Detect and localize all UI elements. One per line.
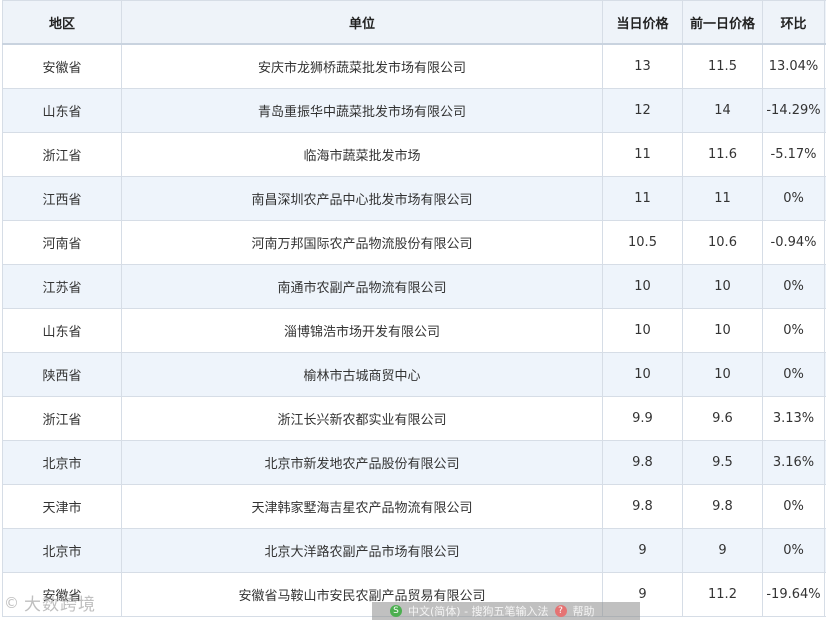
table-row: 浙江省 浙江长兴新农都实业有限公司 9.9 9.6 3.13% xyxy=(2,396,826,441)
cell-region: 陕西省 xyxy=(2,352,122,397)
table-row: 北京市 北京大洋路农副产品市场有限公司 9 9 0% xyxy=(2,528,826,573)
header-prev-price[interactable]: 前一日价格 xyxy=(682,0,763,45)
cell-prev-price: 9.6 xyxy=(682,396,763,441)
cell-unit: 临海市蔬菜批发市场 xyxy=(121,132,603,177)
cell-prev-price: 10 xyxy=(682,352,763,397)
table-row: 江西省 南昌深圳农产品中心批发市场有限公司 11 11 0% xyxy=(2,176,826,221)
cell-unit: 北京市新发地农产品股份有限公司 xyxy=(121,440,603,485)
table-row: 浙江省 临海市蔬菜批发市场 11 11.6 -5.17% xyxy=(2,132,826,177)
cell-region: 北京市 xyxy=(2,440,122,485)
cell-region: 安徽省 xyxy=(2,43,122,89)
cell-region: 山东省 xyxy=(2,308,122,353)
cell-unit: 北京大洋路农副产品市场有限公司 xyxy=(121,528,603,573)
ime-help-label[interactable]: 帮助 xyxy=(573,603,595,619)
cell-region: 浙江省 xyxy=(2,396,122,441)
table-body: 安徽省 安庆市龙狮桥蔬菜批发市场有限公司 13 11.5 13.04% 山东省 青岛重振华中… xyxy=(2,43,826,617)
cell-region: 天津市 xyxy=(2,484,122,529)
cell-change: 0% xyxy=(762,264,825,309)
cell-change: 3.13% xyxy=(762,396,825,441)
cell-change: 0% xyxy=(762,176,825,221)
cell-unit: 淄博锦浩市场开发有限公司 xyxy=(121,308,603,353)
cell-change: -5.17% xyxy=(762,132,825,177)
cell-today-price: 10 xyxy=(602,308,683,353)
cell-unit: 河南万邦国际农产品物流股份有限公司 xyxy=(121,220,603,265)
cell-prev-price: 9.8 xyxy=(682,484,763,529)
table-row: 江苏省 南通市农副产品物流有限公司 10 10 0% xyxy=(2,264,826,309)
header-change[interactable]: 环比 xyxy=(762,0,825,45)
ime-status-text[interactable]: 中文(简体) - 搜狗五笔输入法 xyxy=(408,603,549,619)
cell-change: 0% xyxy=(762,352,825,397)
table-row: 山东省 淄博锦浩市场开发有限公司 10 10 0% xyxy=(2,308,826,353)
table-row: 河南省 河南万邦国际农产品物流股份有限公司 10.5 10.6 -0.94% xyxy=(2,220,826,265)
watermark: © 大数跨境 xyxy=(4,590,96,616)
sogou-logo-icon[interactable]: S xyxy=(390,605,402,617)
table-row: 山东省 青岛重振华中蔬菜批发市场有限公司 12 14 -14.29% xyxy=(2,88,826,133)
cell-today-price: 9.8 xyxy=(602,440,683,485)
cell-region: 河南省 xyxy=(2,220,122,265)
cell-unit: 南通市农副产品物流有限公司 xyxy=(121,264,603,309)
cell-change: 0% xyxy=(762,484,825,529)
cell-region: 江苏省 xyxy=(2,264,122,309)
cell-today-price: 10 xyxy=(602,264,683,309)
cell-today-price: 9 xyxy=(602,528,683,573)
help-icon[interactable]: ? xyxy=(554,605,567,617)
header-unit[interactable]: 单位 xyxy=(121,0,603,45)
cell-change: -0.94% xyxy=(762,220,825,265)
cell-unit: 天津韩家墅海吉星农产品物流有限公司 xyxy=(121,484,603,529)
cell-prev-price: 10 xyxy=(682,308,763,353)
price-table: 地区 单位 当日价格 前一日价格 环比 安徽省 安庆市龙狮桥蔬菜批发市场有限公司 1… xyxy=(2,0,826,617)
cell-region: 山东省 xyxy=(2,88,122,133)
cell-prev-price: 11.6 xyxy=(682,132,763,177)
cell-change: 0% xyxy=(762,528,825,573)
cell-region: 江西省 xyxy=(2,176,122,221)
cell-prev-price: 10.6 xyxy=(682,220,763,265)
header-region[interactable]: 地区 xyxy=(2,0,122,45)
cell-unit: 浙江长兴新农都实业有限公司 xyxy=(121,396,603,441)
table-row: 安徽省 安庆市龙狮桥蔬菜批发市场有限公司 13 11.5 13.04% xyxy=(2,43,826,89)
cell-unit: 南昌深圳农产品中心批发市场有限公司 xyxy=(121,176,603,221)
cell-today-price: 10 xyxy=(602,352,683,397)
table-row: 天津市 天津韩家墅海吉星农产品物流有限公司 9.8 9.8 0% xyxy=(2,484,826,529)
cell-prev-price: 10 xyxy=(682,264,763,309)
camera-watermark-icon: © xyxy=(4,593,20,612)
cell-unit: 青岛重振华中蔬菜批发市场有限公司 xyxy=(121,88,603,133)
cell-change: -19.64% xyxy=(762,572,825,617)
cell-prev-price: 14 xyxy=(682,88,763,133)
header-today-price[interactable]: 当日价格 xyxy=(602,0,683,45)
cell-change: 13.04% xyxy=(762,43,825,89)
cell-today-price: 9.9 xyxy=(602,396,683,441)
header-row: 地区 单位 当日价格 前一日价格 环比 xyxy=(2,0,826,45)
cell-unit: 安庆市龙狮桥蔬菜批发市场有限公司 xyxy=(121,43,603,89)
cell-today-price: 11 xyxy=(602,176,683,221)
cell-today-price: 9.8 xyxy=(602,484,683,529)
cell-change: 0% xyxy=(762,308,825,353)
table-row: 陕西省 榆林市古城商贸中心 10 10 0% xyxy=(2,352,826,397)
ime-status-bar[interactable]: S 中文(简体) - 搜狗五笔输入法 ? 帮助 xyxy=(372,602,640,620)
cell-today-price: 11 xyxy=(602,132,683,177)
cell-change: 3.16% xyxy=(762,440,825,485)
cell-prev-price: 11 xyxy=(682,176,763,221)
cell-prev-price: 9 xyxy=(682,528,763,573)
cell-unit: 榆林市古城商贸中心 xyxy=(121,352,603,397)
cell-region: 浙江省 xyxy=(2,132,122,177)
table-header: 地区 单位 当日价格 前一日价格 环比 xyxy=(2,0,826,45)
cell-today-price: 12 xyxy=(602,88,683,133)
cell-change: -14.29% xyxy=(762,88,825,133)
table-row: 北京市 北京市新发地农产品股份有限公司 9.8 9.5 3.16% xyxy=(2,440,826,485)
cell-prev-price: 11.2 xyxy=(682,572,763,617)
cell-prev-price: 11.5 xyxy=(682,43,763,89)
watermark-text: 大数跨境 xyxy=(24,595,96,615)
cell-region: 北京市 xyxy=(2,528,122,573)
cell-today-price: 10.5 xyxy=(602,220,683,265)
cell-today-price: 13 xyxy=(602,43,683,89)
cell-prev-price: 9.5 xyxy=(682,440,763,485)
